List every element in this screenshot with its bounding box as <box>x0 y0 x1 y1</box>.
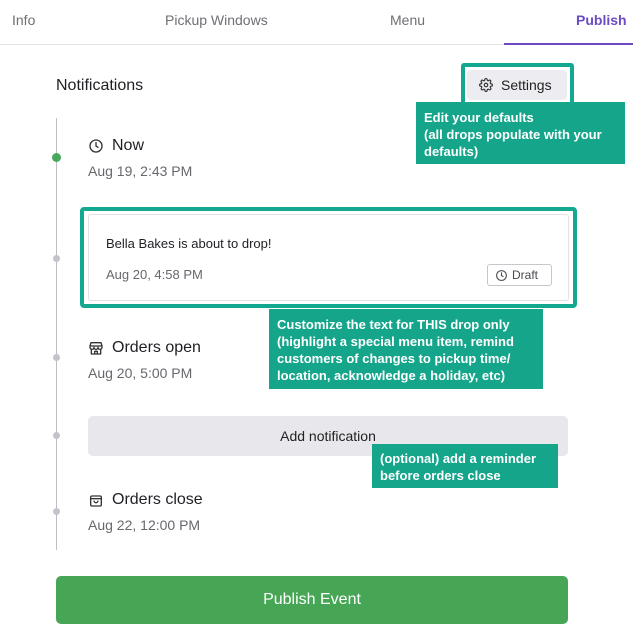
settings-highlight <box>461 63 574 106</box>
bag-icon <box>90 495 102 507</box>
tab-bar: Info Pickup Windows Menu Publish <box>0 0 633 45</box>
tab-pickup-windows[interactable]: Pickup Windows <box>165 12 268 28</box>
notification-card-highlight <box>80 207 577 308</box>
event-orders-close-date: Aug 22, 12:00 PM <box>88 517 201 533</box>
event-orders-open-date: Aug 20, 5:00 PM <box>88 365 193 381</box>
event-orders-close: Orders close <box>88 491 203 509</box>
event-now-date: Aug 19, 2:43 PM <box>88 163 193 179</box>
active-tab-indicator <box>504 43 633 45</box>
tab-menu[interactable]: Menu <box>390 12 425 28</box>
reminder-tooltip: (optional) add a reminder before orders … <box>372 444 558 488</box>
timeline-dot-notification <box>53 255 60 262</box>
event-now: Now <box>88 137 144 155</box>
event-orders-open-title: Orders open <box>112 339 201 356</box>
timeline-dot-add <box>53 432 60 439</box>
store-icon <box>89 342 103 355</box>
publish-event-button[interactable]: Publish Event <box>56 576 568 624</box>
customize-tooltip: Customize the text for THIS drop only (h… <box>269 309 543 389</box>
timeline-dot-orders-close <box>53 508 60 515</box>
settings-tooltip: Edit your defaults (all drops populate w… <box>416 102 625 164</box>
timeline-line <box>56 118 57 550</box>
tab-publish[interactable]: Publish <box>576 12 627 28</box>
timeline-dot-orders-open <box>53 354 60 361</box>
timeline-dot-now <box>52 153 61 162</box>
tab-info[interactable]: Info <box>12 12 35 28</box>
event-now-title: Now <box>112 137 145 154</box>
event-orders-close-title: Orders close <box>112 491 203 508</box>
event-orders-open: Orders open <box>88 339 201 357</box>
clock-icon <box>89 139 103 153</box>
section-title: Notifications <box>56 77 144 94</box>
